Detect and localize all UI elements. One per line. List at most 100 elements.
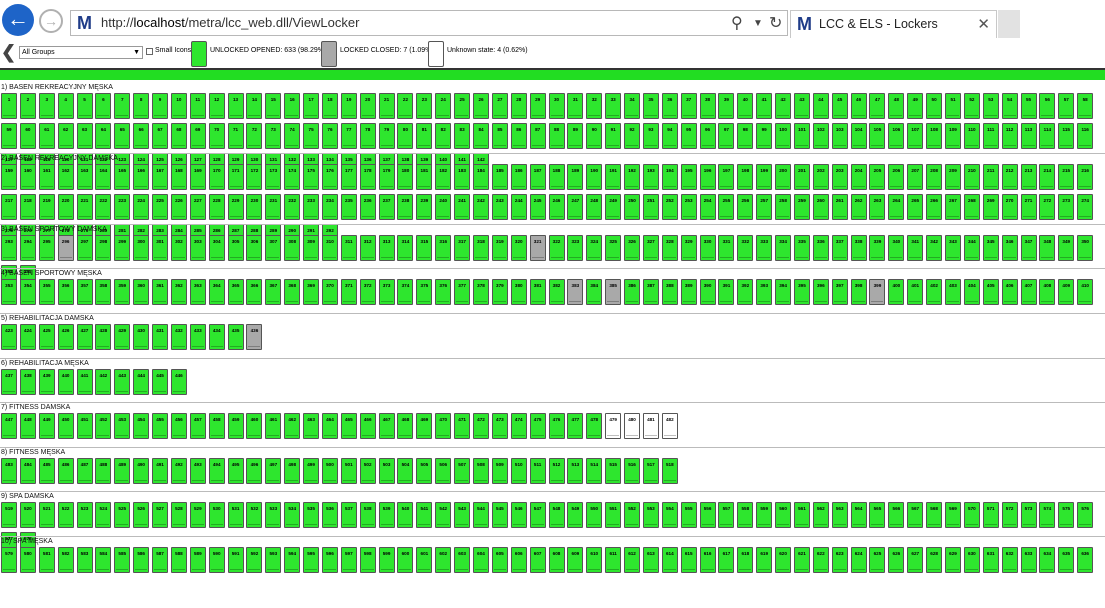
locker-tile[interactable]: 327: [642, 235, 659, 261]
locker-tile[interactable]: 175: [303, 164, 320, 190]
locker-tile[interactable]: 74: [284, 123, 301, 149]
locker-tile[interactable]: 339: [869, 235, 886, 261]
locker-tile[interactable]: 13: [227, 93, 244, 119]
locker-tile[interactable]: 22: [397, 93, 414, 119]
locker-tile[interactable]: 224: [133, 194, 150, 220]
locker-tile[interactable]: 294: [19, 235, 36, 261]
locker-tile[interactable]: 560: [775, 502, 792, 528]
locker-tile[interactable]: 493: [189, 458, 206, 484]
locker-tile[interactable]: 326: [624, 235, 641, 261]
locker-tile[interactable]: 24: [435, 93, 452, 119]
locker-tile[interactable]: 65: [114, 123, 131, 149]
locker-tile[interactable]: 302: [170, 235, 187, 261]
locker-tile[interactable]: 214: [1039, 164, 1056, 190]
locker-tile[interactable]: 601: [416, 547, 433, 573]
locker-tile[interactable]: 435: [227, 324, 244, 350]
small-icons-checkbox[interactable]: [146, 48, 153, 55]
locker-tile[interactable]: 491: [152, 458, 169, 484]
locker-tile[interactable]: 389: [680, 279, 697, 305]
locker-tile[interactable]: 53: [982, 93, 999, 119]
locker-tile[interactable]: 521: [38, 502, 55, 528]
locker-tile[interactable]: 14: [246, 93, 263, 119]
locker-tile[interactable]: 9: [152, 93, 169, 119]
locker-tile[interactable]: 99: [756, 123, 773, 149]
locker-tile[interactable]: 311: [340, 235, 357, 261]
locker-tile[interactable]: 49: [907, 93, 924, 119]
locker-tile[interactable]: 382: [548, 279, 565, 305]
locker-tile[interactable]: 456: [170, 413, 187, 439]
locker-tile[interactable]: 510: [510, 458, 527, 484]
locker-tile[interactable]: 34: [624, 93, 641, 119]
locker-tile[interactable]: 98: [737, 123, 754, 149]
locker-tile[interactable]: 230: [246, 194, 263, 220]
locker-tile[interactable]: 433: [189, 324, 206, 350]
locker-tile[interactable]: 12: [208, 93, 225, 119]
locker-tile[interactable]: 66: [133, 123, 150, 149]
locker-tile[interactable]: 634: [1039, 547, 1056, 573]
locker-tile[interactable]: 512: [548, 458, 565, 484]
locker-tile[interactable]: 324: [586, 235, 603, 261]
locker-tile[interactable]: 69: [189, 123, 206, 149]
locker-tile[interactable]: 187: [529, 164, 546, 190]
locker-tile[interactable]: 237: [378, 194, 395, 220]
locker-tile[interactable]: 366: [246, 279, 263, 305]
locker-tile[interactable]: 522: [57, 502, 74, 528]
locker-tile[interactable]: 201: [793, 164, 810, 190]
locker-tile[interactable]: 78: [359, 123, 376, 149]
locker-tile[interactable]: 585: [114, 547, 131, 573]
locker-tile[interactable]: 272: [1039, 194, 1056, 220]
locker-tile[interactable]: 445: [152, 369, 169, 395]
locker-tile[interactable]: 207: [907, 164, 924, 190]
locker-tile[interactable]: 174: [284, 164, 301, 190]
locker-tile[interactable]: 233: [303, 194, 320, 220]
locker-tile[interactable]: 163: [76, 164, 93, 190]
locker-tile[interactable]: 488: [95, 458, 112, 484]
locker-tile[interactable]: 337: [831, 235, 848, 261]
locker-tile[interactable]: 332: [737, 235, 754, 261]
locker-tile[interactable]: 202: [812, 164, 829, 190]
locker-tile[interactable]: 625: [869, 547, 886, 573]
locker-tile[interactable]: 262: [850, 194, 867, 220]
locker-tile[interactable]: 514: [586, 458, 603, 484]
locker-tile[interactable]: 575: [1058, 502, 1075, 528]
locker-tile[interactable]: 496: [246, 458, 263, 484]
locker-tile[interactable]: 409: [1058, 279, 1075, 305]
locker-tile[interactable]: 329: [680, 235, 697, 261]
locker-tile[interactable]: 548: [548, 502, 565, 528]
locker-tile[interactable]: 222: [95, 194, 112, 220]
locker-tile[interactable]: 227: [189, 194, 206, 220]
locker-tile[interactable]: 484: [19, 458, 36, 484]
locker-tile[interactable]: 50: [926, 93, 943, 119]
locker-tile[interactable]: 442: [95, 369, 112, 395]
locker-tile[interactable]: 42: [775, 93, 792, 119]
locker-tile[interactable]: 481: [642, 413, 659, 439]
locker-tile[interactable]: 58: [1077, 93, 1094, 119]
locker-tile[interactable]: 45: [831, 93, 848, 119]
locker-tile[interactable]: 428: [95, 324, 112, 350]
locker-tile[interactable]: 245: [529, 194, 546, 220]
locker-tile[interactable]: 88: [548, 123, 565, 149]
locker-tile[interactable]: 372: [359, 279, 376, 305]
locker-tile[interactable]: 8: [133, 93, 150, 119]
locker-tile[interactable]: 18: [321, 93, 338, 119]
address-bar[interactable]: M http://localhost/metra/lcc_web.dll/Vie…: [70, 10, 788, 36]
locker-tile[interactable]: 10: [170, 93, 187, 119]
locker-tile[interactable]: 308: [284, 235, 301, 261]
locker-tile[interactable]: 587: [152, 547, 169, 573]
locker-tile[interactable]: 365: [227, 279, 244, 305]
locker-tile[interactable]: 336: [812, 235, 829, 261]
locker-tile[interactable]: 80: [397, 123, 414, 149]
locker-tile[interactable]: 583: [76, 547, 93, 573]
locker-tile[interactable]: 605: [491, 547, 508, 573]
locker-tile[interactable]: 178: [359, 164, 376, 190]
locker-tile[interactable]: 328: [661, 235, 678, 261]
locker-tile[interactable]: 501: [340, 458, 357, 484]
locker-tile[interactable]: 228: [208, 194, 225, 220]
locker-tile[interactable]: 597: [340, 547, 357, 573]
locker-tile[interactable]: 36: [661, 93, 678, 119]
locker-tile[interactable]: 466: [359, 413, 376, 439]
locker-tile[interactable]: 612: [624, 547, 641, 573]
locker-tile[interactable]: 35: [642, 93, 659, 119]
locker-tile[interactable]: 401: [907, 279, 924, 305]
locker-tile[interactable]: 459: [227, 413, 244, 439]
